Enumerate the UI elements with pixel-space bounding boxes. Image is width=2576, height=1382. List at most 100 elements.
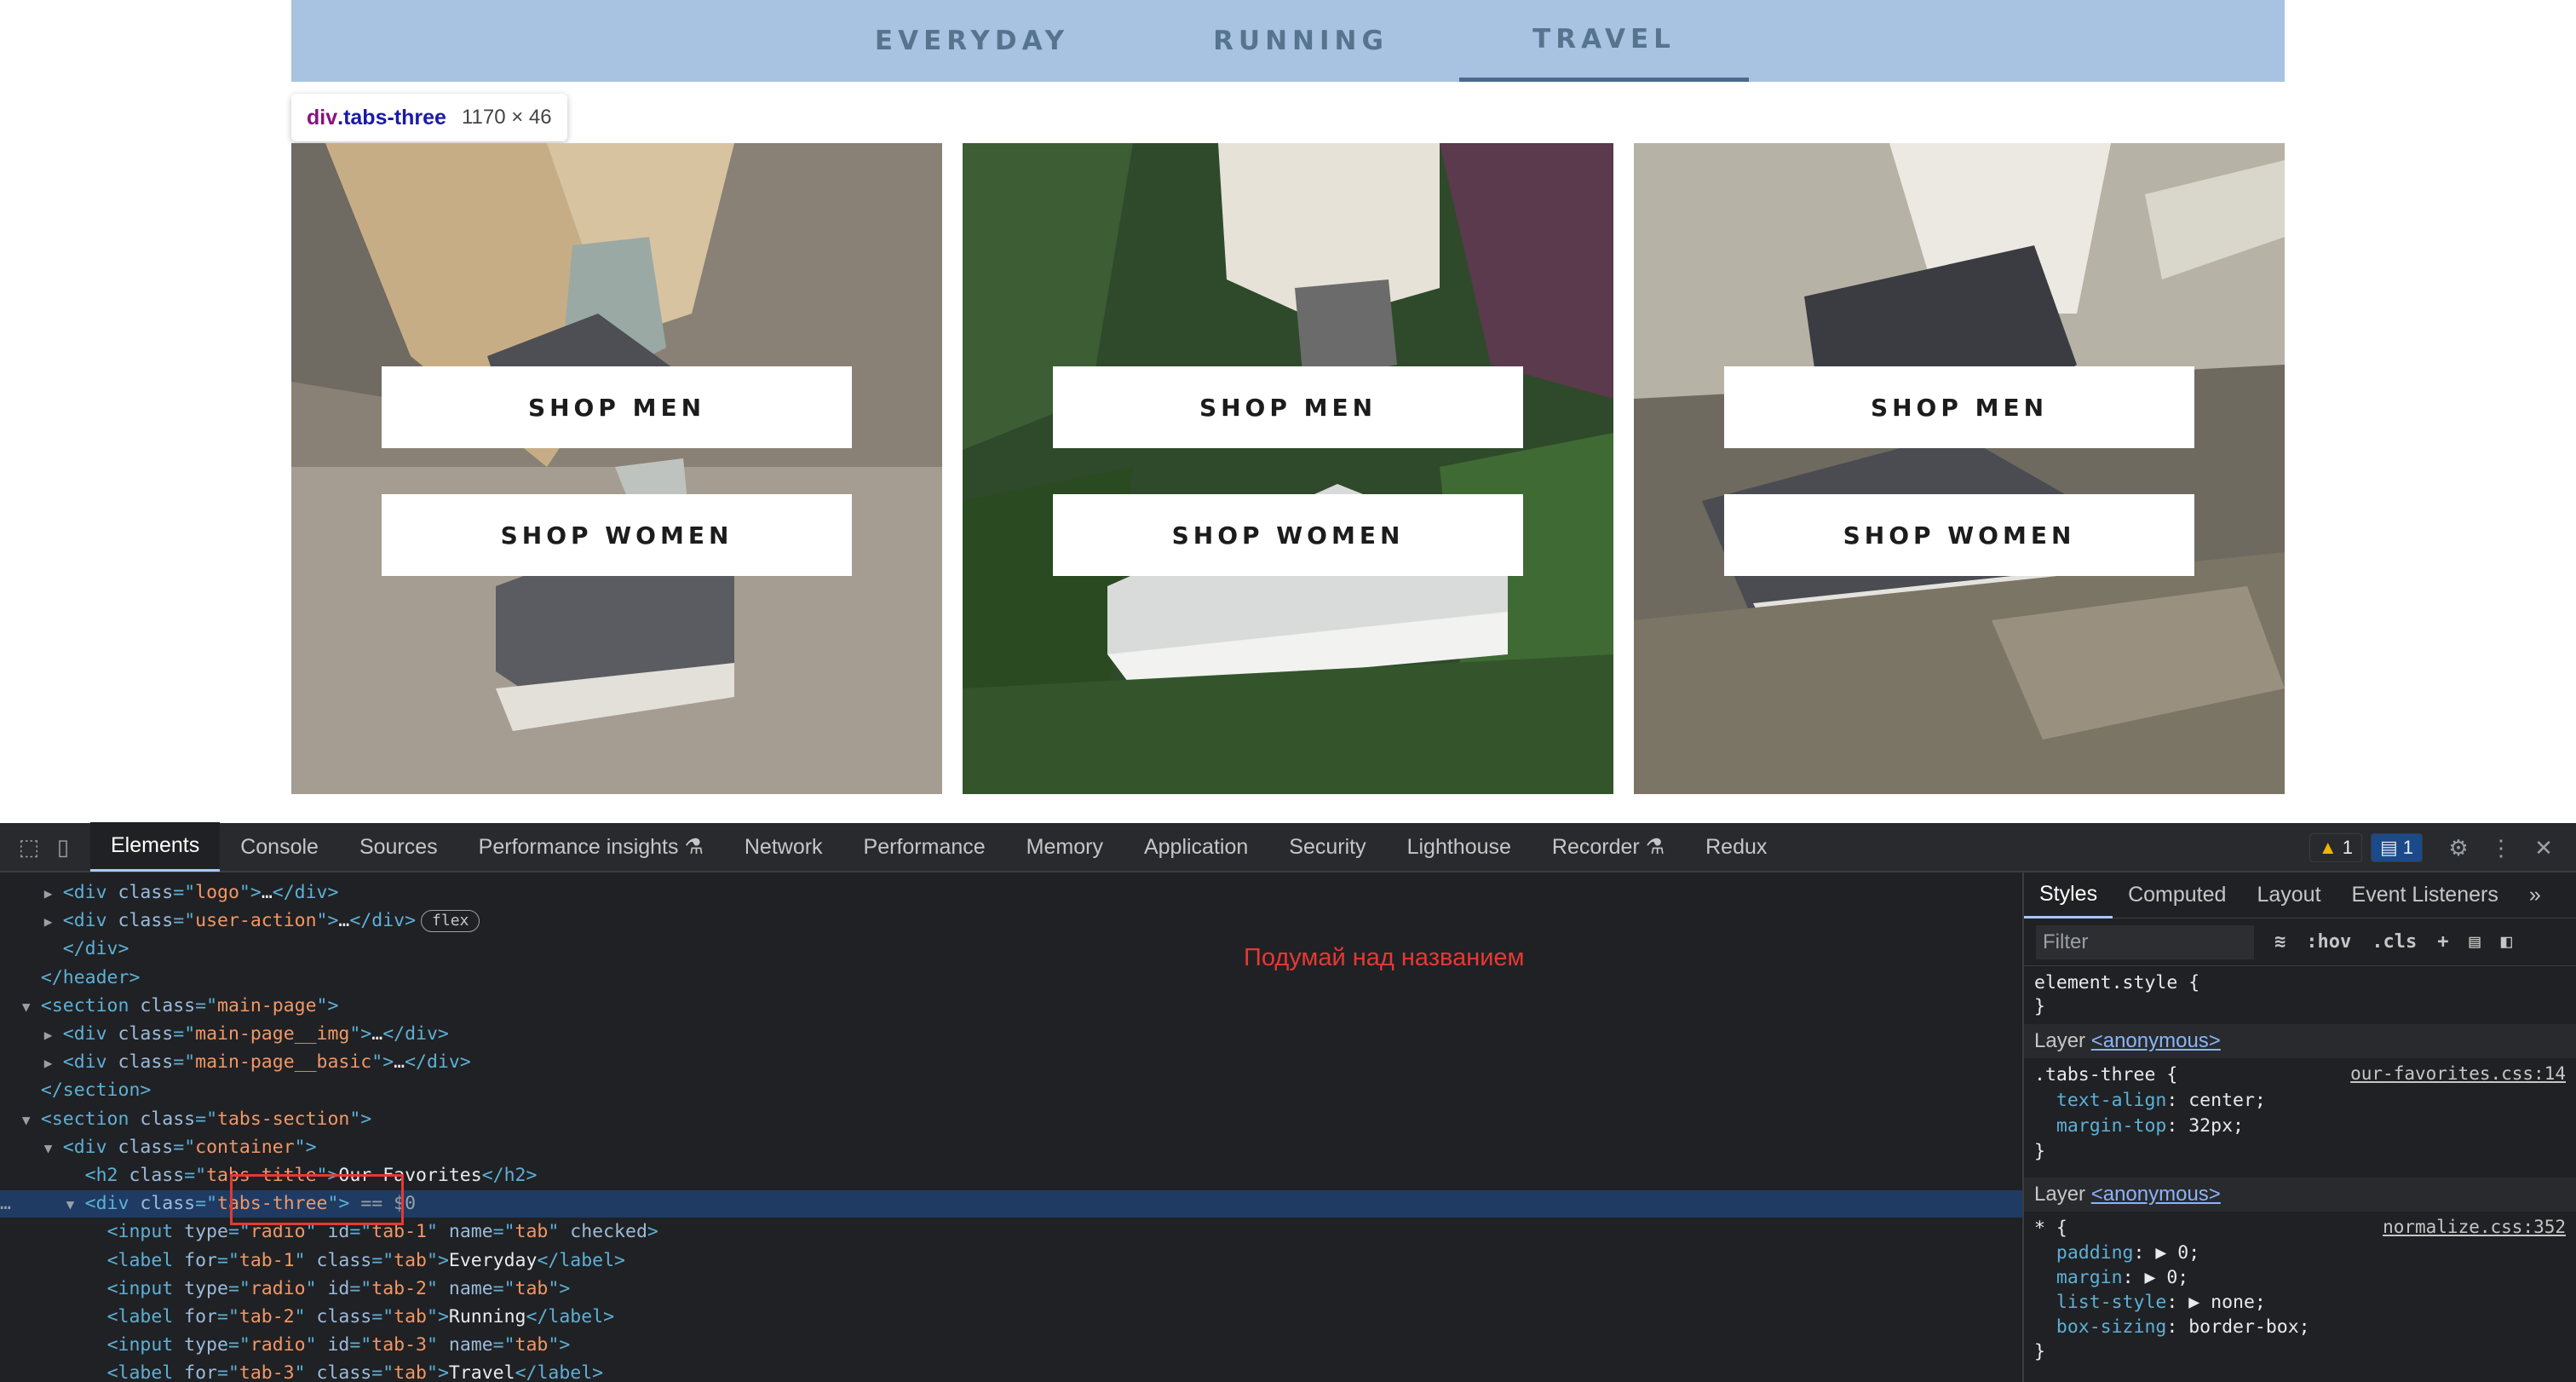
dom-token: " [426, 1334, 449, 1356]
dom-node[interactable]: ▶ <div class="main-page__basic">…</div> [0, 1049, 471, 1076]
page-viewport: EVERYDAY RUNNING TRAVEL div .tabs-three 1… [0, 0, 2576, 823]
dom-node[interactable]: ▶ <div class="user-action">…</div> flex [0, 907, 480, 935]
dom-node[interactable]: <label for="tab-2" class="tab">Running</… [0, 1304, 615, 1331]
settings-gear-icon[interactable]: ⚙ [2441, 831, 2475, 865]
rule-source-link[interactable]: normalize.css:352 [2383, 1217, 2566, 1237]
devtools-tab[interactable]: Elements [90, 822, 221, 872]
dom-token: <div [62, 882, 118, 903]
dom-node[interactable]: </section> [0, 1077, 151, 1104]
shoe-photo-everyday [291, 143, 942, 794]
styles-tab[interactable]: Layout [2241, 872, 2336, 918]
expand-triangle-icon[interactable]: ▶ [44, 908, 63, 936]
devtools-tab[interactable]: Memory [1006, 822, 1124, 872]
hov-toggle[interactable]: :hov [2306, 931, 2351, 953]
dom-token: Travel [448, 1362, 515, 1382]
tab-everyday[interactable]: EVERYDAY [827, 0, 1117, 82]
styles-tab[interactable]: Computed [2113, 872, 2241, 918]
cls-toggle[interactable]: .cls [2372, 931, 2417, 953]
devtools-tab[interactable]: Performance [843, 822, 1006, 872]
dom-token: main-page__basic [195, 1051, 372, 1074]
layer-header: Layer <anonymous> [2024, 1178, 2576, 1212]
dom-token: Running [448, 1306, 526, 1327]
dom-node[interactable]: ▼ <div class="container"> [0, 1134, 317, 1161]
collapse-triangle-icon[interactable]: ▼ [66, 1191, 85, 1218]
more-options-icon[interactable]: ⋮ [2484, 831, 2518, 865]
styles-tab[interactable]: Styles [2024, 872, 2113, 918]
devtools-tab[interactable]: Sources [339, 822, 458, 872]
dom-node[interactable]: ▶ <div class="main-page__img">…</div> [0, 1021, 449, 1048]
shop-women-button[interactable]: SHOP WOMEN [1053, 494, 1523, 576]
screen: EVERYDAY RUNNING TRAVEL div .tabs-three 1… [0, 0, 2576, 1382]
tab-running[interactable]: RUNNING [1156, 0, 1446, 82]
collapse-triangle-icon [44, 936, 63, 964]
dom-token: "> [427, 1249, 449, 1271]
shop-men-button[interactable]: SHOP MEN [1724, 366, 2194, 448]
tab-travel[interactable]: TRAVEL [1459, 0, 1749, 82]
devtools-tab[interactable]: Redux [1685, 822, 1787, 872]
shop-men-button[interactable]: SHOP MEN [382, 366, 852, 448]
collapse-triangle-icon[interactable]: ▼ [22, 1107, 41, 1134]
dom-token: " [426, 1221, 449, 1243]
dom-token: "> [316, 994, 339, 1016]
device-toolbar-icon[interactable]: ▯ [46, 830, 80, 864]
devtools-tab[interactable]: Recorder ⚗ [1532, 822, 1685, 872]
dom-node[interactable]: <label for="tab-3" class="tab">Travel</l… [0, 1360, 604, 1382]
expand-triangle-icon[interactable]: ▶ [44, 1022, 63, 1049]
shop-women-button[interactable]: SHOP WOMEN [382, 494, 852, 576]
dom-token: </div> [62, 938, 129, 960]
inspect-element-icon[interactable]: ⬚ [12, 830, 46, 864]
card-travel: SHOP MEN SHOP WOMEN [1634, 143, 2285, 794]
styles-tab[interactable]: Event Listeners [2337, 872, 2514, 918]
message-icon: ▤ [2379, 837, 2398, 858]
dom-token: … [261, 882, 273, 903]
dom-token: =" [492, 1221, 515, 1243]
devtools-tab[interactable]: Console [220, 822, 339, 872]
dom-token: =" [195, 994, 218, 1016]
product-cards: SHOP MEN SHOP WOMEN SHOP MEN SHOP WOMEN … [291, 143, 2285, 794]
css-declaration: box-sizing: border-box; [2056, 1316, 2310, 1338]
dom-node[interactable]: </div> [0, 936, 129, 963]
close-icon[interactable]: ✕ [2527, 831, 2561, 865]
dom-node[interactable]: ▼ <section class="main-page"> [0, 993, 339, 1021]
flex-badge[interactable]: flex [421, 910, 480, 933]
dom-node[interactable]: </header> [0, 965, 141, 992]
devtools-tab[interactable]: Application [1124, 822, 1268, 872]
devtools-tab[interactable]: Network [724, 822, 843, 872]
shop-men-button[interactable]: SHOP MEN [1053, 366, 1523, 448]
dom-token: "> [294, 1136, 317, 1158]
collapse-triangle-icon [66, 1163, 85, 1190]
dom-token: =" [371, 1306, 394, 1327]
devtools-tab[interactable]: Lighthouse [1387, 822, 1532, 872]
dom-token: > [647, 1221, 658, 1243]
sidebar-toggle-icon[interactable]: ◧ [2501, 931, 2512, 953]
dom-token: <input [106, 1277, 185, 1299]
dom-node[interactable]: ▶ <div class="logo">…</div> [0, 879, 339, 907]
dom-token: <section [40, 1108, 141, 1130]
dom-token: tab [515, 1334, 549, 1356]
messages-badge[interactable]: ▤ 1 [2370, 833, 2423, 862]
add-rule-icon[interactable]: + [2437, 931, 2448, 953]
warnings-badge[interactable]: ▲ 1 [2309, 833, 2362, 862]
dom-node[interactable]: <input type="radio" id="tab-2" name="tab… [0, 1275, 571, 1303]
devtools-tab[interactable]: Security [1268, 822, 1386, 872]
dom-node[interactable]: ▼ <section class="tabs-section"> [0, 1106, 371, 1133]
rule-source-link[interactable]: our-favorites.css:14 [2350, 1063, 2566, 1084]
dom-token: <div [62, 910, 118, 932]
expand-triangle-icon[interactable]: ▶ [44, 1050, 63, 1077]
dom-token: <label [106, 1362, 185, 1382]
dom-token: " [294, 1249, 317, 1271]
more-dots[interactable]: … [0, 1193, 22, 1214]
dom-node[interactable]: <label for="tab-1" class="tab">Everyday<… [0, 1247, 625, 1275]
styles-filter-input[interactable]: Filter [2036, 924, 2254, 959]
paint-icon[interactable]: ▤ [2469, 931, 2480, 953]
dom-node[interactable]: <input type="radio" id="tab-3" name="tab… [0, 1332, 571, 1359]
tabs-three-bar: EVERYDAY RUNNING TRAVEL [291, 0, 2285, 82]
dom-token: class [316, 1306, 372, 1327]
devtools-tab[interactable]: Performance insights ⚗ [458, 822, 724, 872]
expand-triangle-icon[interactable]: ▶ [44, 880, 63, 907]
shop-women-button[interactable]: SHOP WOMEN [1724, 494, 2194, 576]
toggle-icon[interactable]: ≋ [2274, 931, 2286, 953]
collapse-triangle-icon[interactable]: ▼ [22, 993, 41, 1021]
collapse-triangle-icon[interactable]: ▼ [44, 1135, 63, 1162]
more-tabs-icon[interactable]: » [2514, 872, 2556, 918]
